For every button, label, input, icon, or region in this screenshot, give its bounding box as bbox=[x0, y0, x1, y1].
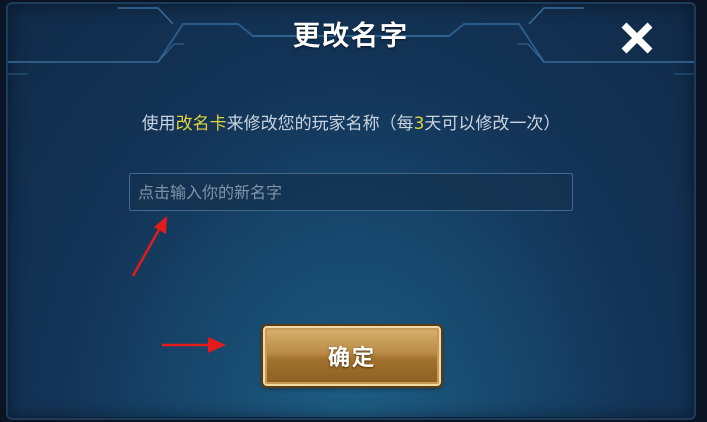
rename-instructions: 使用改名卡来修改您的玩家名称（每3天可以修改一次） bbox=[8, 109, 694, 134]
instruction-text-2: 来修改您的玩家名称（每 bbox=[226, 114, 414, 134]
dialog-title: 更改名字 bbox=[293, 21, 409, 52]
close-icon bbox=[621, 22, 653, 54]
game-screen: 更改名字 使用改名卡来修改您的玩家名称（每3天可以修改一次） 确定 bbox=[0, 0, 707, 422]
close-button[interactable] bbox=[616, 17, 658, 59]
confirm-button[interactable]: 确定 bbox=[263, 326, 441, 386]
rename-card-name: 改名卡 bbox=[175, 114, 227, 134]
cooldown-days: 3 bbox=[413, 114, 425, 134]
rename-dialog: 更改名字 使用改名卡来修改您的玩家名称（每3天可以修改一次） 确定 bbox=[6, 2, 696, 420]
new-name-input[interactable] bbox=[129, 173, 573, 211]
instruction-text-1: 使用 bbox=[141, 114, 176, 134]
instruction-text-3: 天可以修改一次） bbox=[424, 114, 561, 134]
